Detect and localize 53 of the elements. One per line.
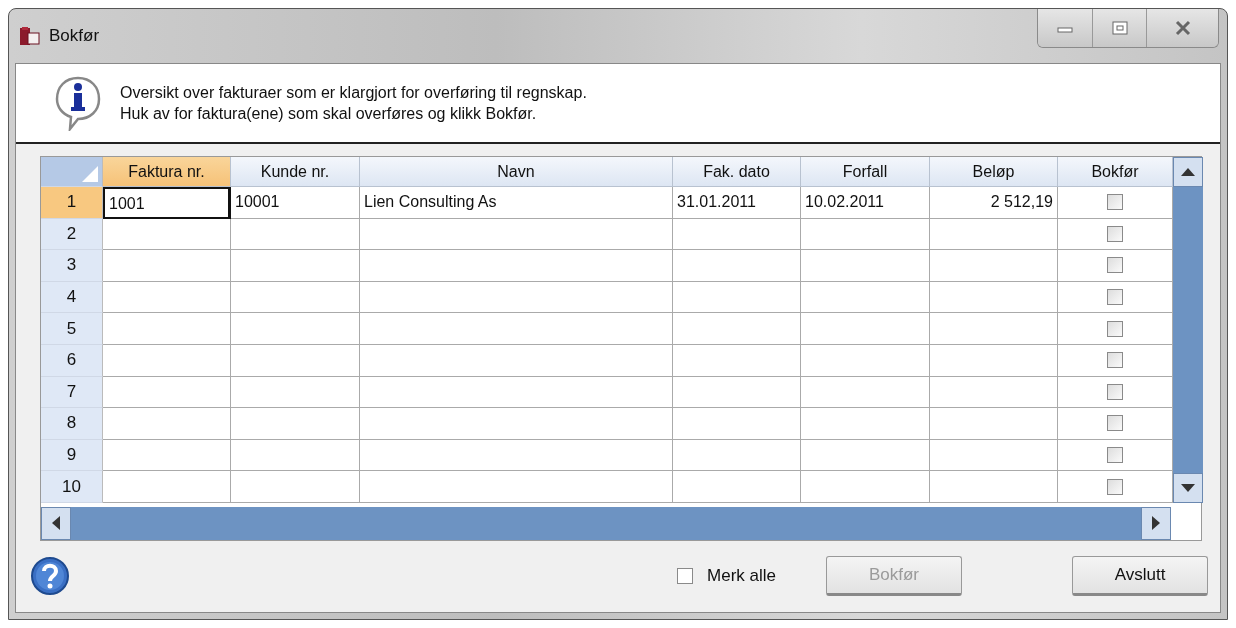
column-header[interactable]: Navn: [360, 157, 673, 187]
scroll-left-icon[interactable]: [41, 506, 71, 540]
minimize-button[interactable]: [1038, 9, 1092, 47]
table-cell: 31.01.2011: [673, 187, 801, 219]
book-icon: [19, 26, 41, 46]
table-cell: 10001: [231, 187, 360, 219]
row-header[interactable]: 6: [41, 344, 103, 377]
column-header[interactable]: Faktura nr.: [103, 157, 231, 187]
help-icon[interactable]: [30, 556, 70, 597]
row-header[interactable]: 7: [41, 376, 103, 409]
triangle-icon: [82, 166, 98, 182]
scroll-right-icon[interactable]: [1141, 506, 1171, 540]
table-cell: 2 512,19: [930, 187, 1058, 219]
info-icon: [54, 75, 102, 131]
table-cell: 1001: [103, 187, 231, 219]
info-text: Huk av for faktura(ene) som skal overføres og klikk Bokfør.: [120, 104, 538, 124]
scroll-down-icon[interactable]: [1173, 472, 1203, 503]
checkbox[interactable]: [1107, 447, 1123, 464]
table-cell: Lien Consulting As: [360, 187, 673, 219]
maximize-button[interactable]: [1092, 9, 1146, 47]
checkbox[interactable]: [1107, 320, 1123, 337]
close-icon: [1173, 20, 1192, 36]
row-header[interactable]: 4: [41, 281, 103, 314]
row-header[interactable]: 1: [41, 187, 103, 219]
checkbox[interactable]: [1107, 194, 1123, 211]
select-all-checkbox[interactable]: Merk alle: [677, 566, 776, 587]
checkbox[interactable]: [1107, 352, 1123, 369]
maximize-icon: [1110, 20, 1129, 36]
scroll-up-icon[interactable]: [1173, 157, 1203, 187]
checkbox[interactable]: [1107, 383, 1123, 400]
action-button[interactable]: Avslutt: [1072, 556, 1208, 597]
close-button[interactable]: [1146, 9, 1218, 47]
checkbox[interactable]: [1107, 257, 1123, 274]
checkbox[interactable]: [1107, 415, 1123, 432]
row-header[interactable]: 10: [41, 471, 103, 503]
column-header[interactable]: Fak. dato: [673, 157, 801, 187]
checkbox[interactable]: [1107, 225, 1123, 242]
column-header[interactable]: Bokfør: [1058, 157, 1173, 187]
row-header[interactable]: 8: [41, 408, 103, 440]
checkbox[interactable]: [1107, 289, 1123, 306]
row-header[interactable]: 5: [41, 313, 103, 345]
row-header[interactable]: 2: [41, 218, 103, 251]
horizontal-scrollbar[interactable]: [41, 506, 1171, 540]
vertical-scrollbar[interactable]: [1173, 157, 1203, 503]
row-header[interactable]: 3: [41, 250, 103, 282]
window-title: Bokfør: [49, 26, 100, 46]
checkbox[interactable]: [1107, 478, 1123, 495]
column-header[interactable]: Forfall: [801, 157, 930, 187]
column-header[interactable]: Beløp: [930, 157, 1058, 187]
table-cell: 10.02.2011: [801, 187, 930, 219]
info-text: Oversikt over fakturaer som er klargjort for overføring til regnskap.: [120, 83, 587, 103]
column-header[interactable]: Kunde nr.: [231, 157, 360, 187]
row-header[interactable]: 9: [41, 439, 103, 472]
